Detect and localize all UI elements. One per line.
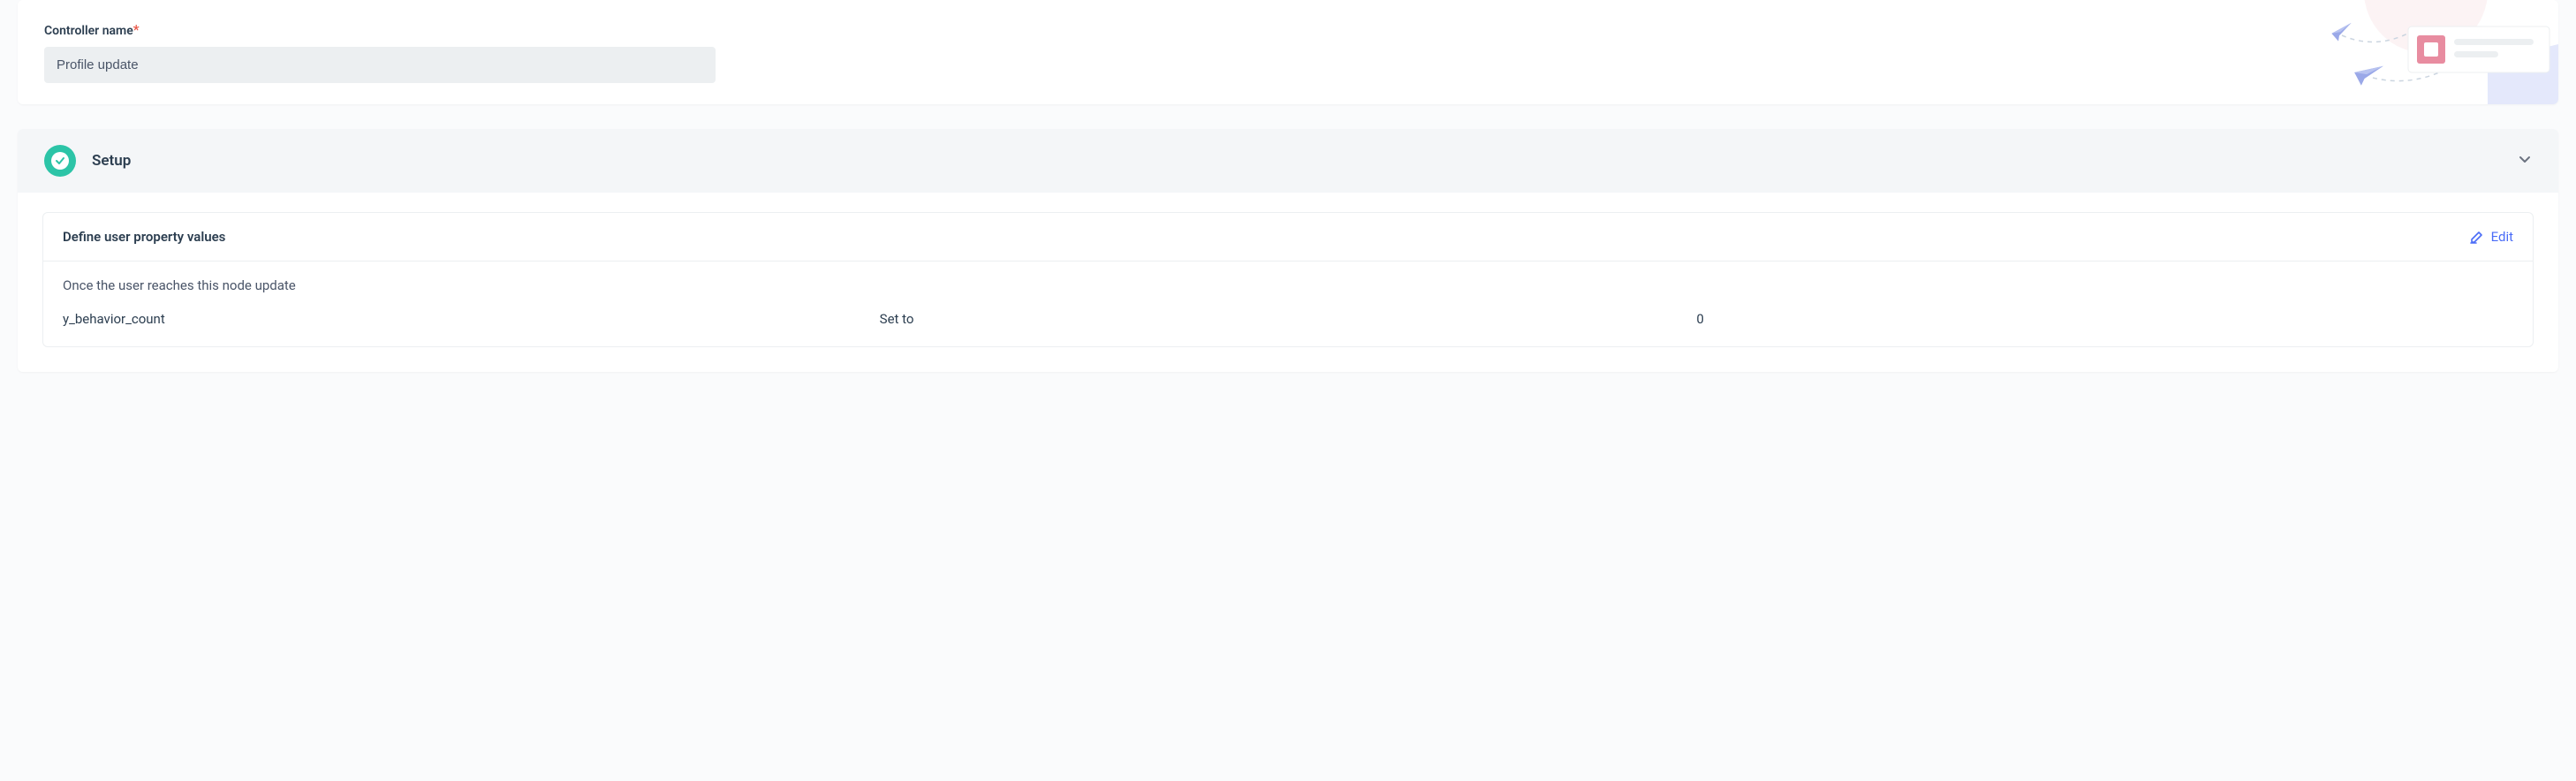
check-badge [44, 145, 76, 177]
edit-label: Edit [2491, 229, 2513, 245]
setup-body: Define user property values Edit Once th… [18, 212, 2558, 372]
controller-card: Controller name* [18, 0, 2558, 104]
setup-title: Setup [92, 152, 2518, 170]
decorative-illustration [2258, 0, 2558, 104]
edit-icon [2470, 230, 2484, 244]
property-row: y_behavior_count Set to 0 [63, 311, 2513, 327]
property-name: y_behavior_count [63, 311, 880, 327]
property-panel-body: Once the user reaches this node update y… [43, 262, 2533, 346]
property-value: 0 [1696, 311, 2513, 327]
controller-name-input[interactable] [44, 47, 716, 83]
check-icon [55, 155, 65, 166]
property-description: Once the user reaches this node update [63, 277, 2513, 293]
required-indicator: * [133, 21, 140, 38]
controller-name-label: Controller name [44, 24, 133, 38]
edit-button[interactable]: Edit [2470, 229, 2513, 245]
property-operation: Set to [880, 311, 1697, 327]
chevron-down-icon [2518, 152, 2532, 170]
setup-section: Setup Define user property values Edit O… [18, 129, 2558, 372]
property-panel-header: Define user property values Edit [43, 213, 2533, 262]
property-panel-title: Define user property values [63, 229, 225, 245]
property-panel: Define user property values Edit Once th… [42, 212, 2534, 347]
setup-header[interactable]: Setup [18, 129, 2558, 193]
